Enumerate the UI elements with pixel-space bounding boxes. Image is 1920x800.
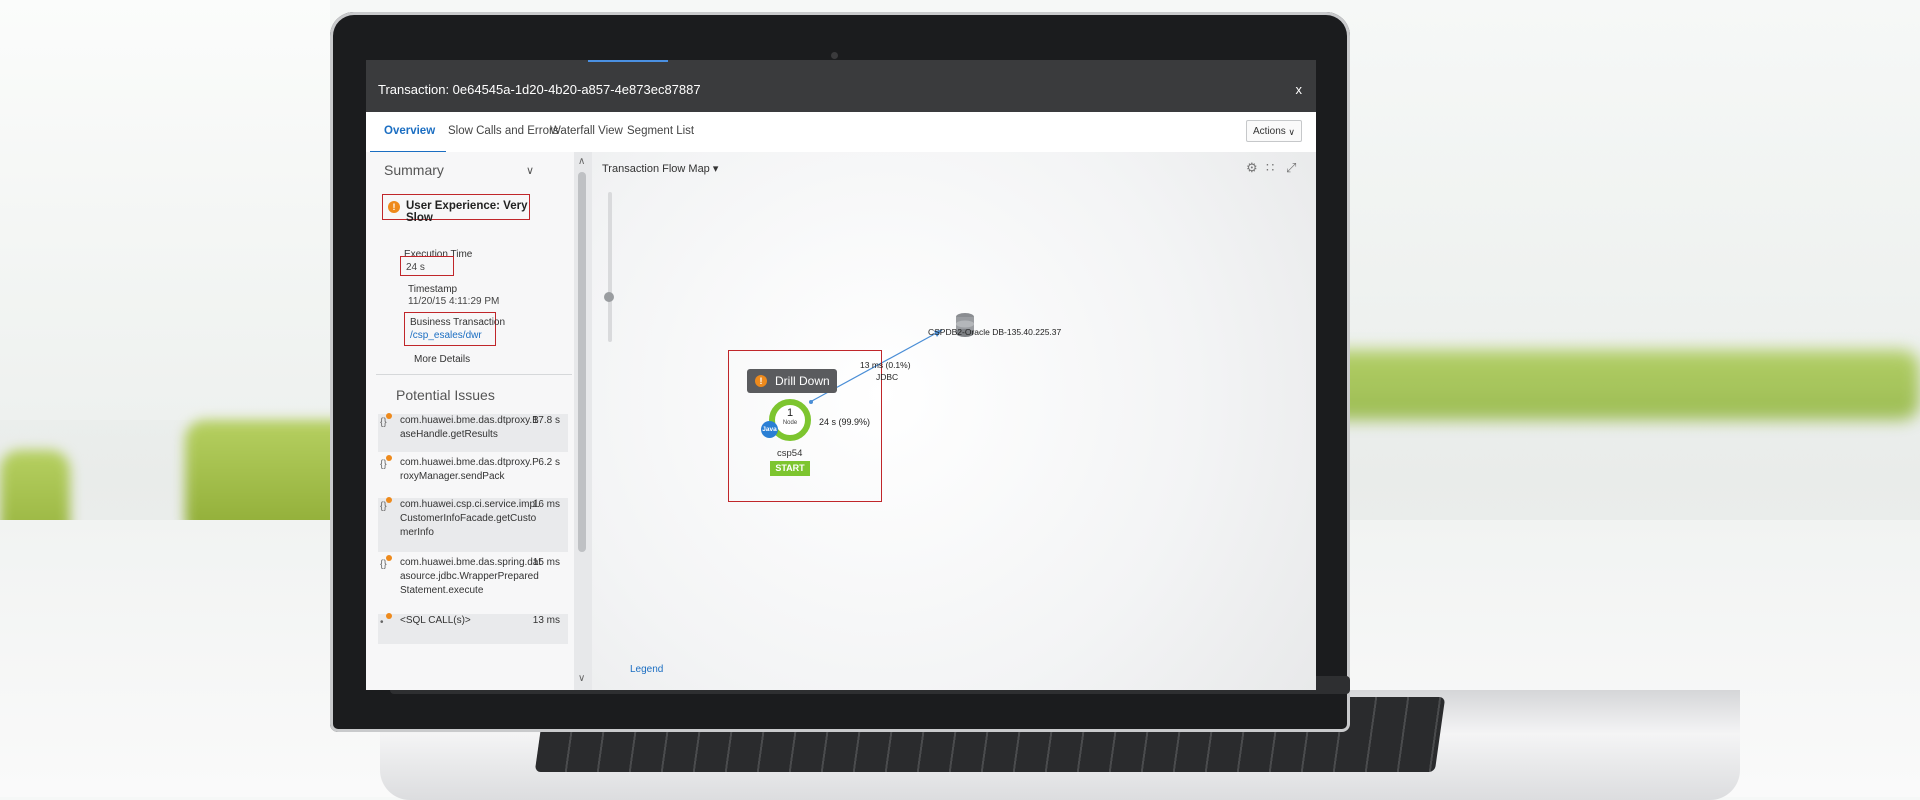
issue-duration: 17.8 s [532, 415, 560, 426]
actions-label: Actions [1253, 126, 1286, 137]
issue-name-line: aseHandle.getResults [400, 429, 498, 440]
issue-name-line: roxyManager.sendPack [400, 471, 505, 482]
issue-item[interactable]: • <SQL CALL(s)> 13 ms [378, 613, 568, 644]
tab-segment-list[interactable]: Segment List [627, 125, 694, 137]
divider [376, 374, 572, 375]
issue-duration: 13 ms [532, 615, 560, 626]
sql-icon: • [380, 613, 392, 628]
timestamp-label: Timestamp [408, 284, 458, 295]
method-icon: {} [380, 455, 392, 470]
close-icon[interactable]: x [1296, 82, 1303, 97]
execution-time-value: 24 s [406, 262, 425, 273]
method-icon: {} [380, 555, 392, 570]
flow-connections [809, 329, 943, 404]
camera-icon [831, 52, 838, 59]
business-transaction-label: Business Transaction [410, 317, 506, 328]
user-experience-label: User Experience: Very Slow [406, 200, 528, 224]
app-node-highlight: ! Drill Down 1 Node Java 24 s (99.9%) cs… [728, 350, 882, 502]
issue-name-line: com.huawei.bme.das.dtproxy.B [400, 415, 539, 426]
tab-waterfall-view[interactable]: Waterfall View [550, 125, 623, 137]
issue-item[interactable]: {} com.huawei.bme.das.spring.dat asource.… [378, 555, 568, 610]
chevron-up-icon[interactable]: ∧ [578, 156, 585, 167]
window-title: Transaction: 0e64545a-1d20-4b20-a857-4e8… [378, 82, 701, 97]
start-badge: START [770, 461, 810, 476]
more-details-link[interactable]: More Details [414, 354, 470, 365]
timestamp-value: 11/20/15 4:11:29 PM [408, 296, 500, 307]
window-titlebar: Transaction: 0e64545a-1d20-4b20-a857-4e8… [366, 60, 1316, 112]
issue-item[interactable]: {} com.huawei.bme.das.dtproxy.B aseHandle… [378, 413, 568, 452]
issue-name-line: Statement.execute [400, 585, 484, 596]
issue-name: <SQL CALL(s)> [400, 615, 471, 626]
database-label: CSPDB2-Oracle DB-135.40.225.37 [928, 327, 1062, 337]
issue-name: com.huawei.bme.das.spring.dat asource.jdb… [400, 556, 541, 598]
issue-name: com.huawei.bme.das.dtproxy.P roxyManager.… [400, 456, 539, 484]
legend-link[interactable]: Legend [630, 664, 663, 675]
node-count: 1 [786, 407, 794, 419]
drill-down-button[interactable]: ! Drill Down [747, 369, 837, 393]
user-experience-status: ! User Experience: Very Slow [382, 194, 530, 224]
tab-slow-calls-and-errors[interactable]: Slow Calls and Errors [448, 125, 559, 137]
node-time: 24 s (99.9%) [819, 417, 871, 427]
method-icon: {} [380, 413, 392, 428]
actions-dropdown[interactable]: Actions ∨ [1246, 120, 1302, 142]
issue-name-line: asource.jdbc.WrapperPrepared [400, 571, 539, 582]
issue-item[interactable]: {} com.huawei.csp.ci.service.impl. Custom… [378, 497, 568, 552]
issue-name-line: com.huawei.bme.das.spring.dat [400, 557, 542, 568]
potential-issues-heading: Potential Issues [396, 387, 495, 403]
issue-name-line: merInfo [400, 527, 434, 538]
issue-duration: 15 ms [532, 557, 560, 568]
edge-time: 13 ms (0.1%) [860, 360, 911, 370]
issue-name-line: com.huawei.csp.ci.service.impl. [400, 499, 541, 510]
issue-name: com.huawei.bme.das.dtproxy.B aseHandle.ge… [400, 414, 539, 442]
background-window [0, 0, 330, 420]
chevron-down-icon[interactable]: ∨ [578, 673, 585, 684]
node-name: csp54 [777, 448, 803, 459]
background-green-furniture [1300, 350, 1920, 420]
java-icon: Java [761, 421, 778, 438]
transaction-window: Transaction: 0e64545a-1d20-4b20-a857-4e8… [366, 60, 1316, 690]
issue-name: com.huawei.csp.ci.service.impl. CustomerI… [400, 498, 540, 540]
loading-indicator [588, 60, 668, 62]
issue-name-line: CustomerInfoFacade.getCusto [400, 513, 537, 524]
summary-sidebar: Summary ∨ ! User Experience: Very Slow E… [366, 152, 575, 690]
tab-overview[interactable]: Overview [384, 125, 435, 137]
summary-heading: Summary [384, 162, 444, 178]
flow-map-canvas: Transaction Flow Map ▾ ⚙ ∷ ⤢ ! Drill Dow… [592, 152, 1316, 690]
issue-name-line: com.huawei.bme.das.dtproxy.P [400, 457, 539, 468]
node-count-label: Node [782, 420, 798, 426]
edge-protocol: JDBC [876, 372, 899, 382]
scrollbar-thumb[interactable] [578, 172, 586, 552]
warning-icon: ! [755, 375, 767, 387]
warning-icon: ! [388, 201, 400, 213]
business-transaction-link[interactable]: /csp_esales/dwr [410, 330, 482, 341]
drill-down-label: Drill Down [775, 374, 830, 388]
tab-bar: Overview Slow Calls and Errors Waterfall… [366, 112, 1316, 153]
issue-duration: 16 ms [532, 499, 560, 510]
chevron-down-icon: ∨ [1288, 127, 1295, 137]
sidebar-scrollbar[interactable]: ∧ ∨ [574, 152, 592, 690]
issue-duration: 6.2 s [538, 457, 560, 468]
chevron-down-icon[interactable]: ∨ [526, 164, 534, 177]
issue-item[interactable]: {} com.huawei.bme.das.dtproxy.P roxyManag… [378, 455, 568, 494]
method-icon: {} [380, 497, 392, 512]
